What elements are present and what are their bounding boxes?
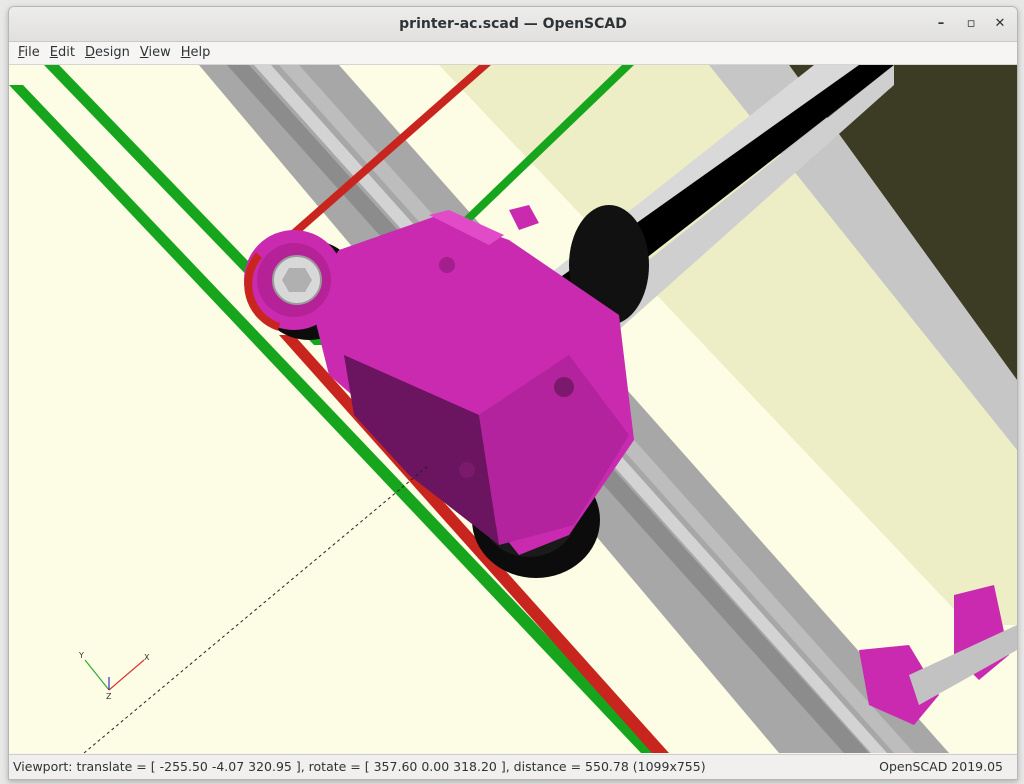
maximize-button[interactable]: ▫ (960, 14, 982, 34)
menu-help-mnemonic: H (180, 45, 191, 60)
menu-file-rest: ile (24, 45, 40, 60)
3d-render: X Y Z (9, 65, 1017, 753)
menu-file[interactable]: File (13, 42, 45, 64)
menu-bar: File Edit Design View Help (9, 42, 1017, 65)
menu-edit-rest: dit (58, 45, 75, 60)
menu-view[interactable]: View (135, 42, 176, 64)
hole-1 (554, 377, 574, 397)
hole-3 (439, 257, 455, 273)
menu-help-rest: elp (190, 45, 211, 60)
3d-viewport[interactable]: X Y Z (9, 65, 1017, 753)
menu-edit-mnemonic: E (49, 45, 58, 60)
minimize-button[interactable]: – (930, 14, 952, 34)
axis-y-label: Y (78, 651, 84, 660)
menu-view-rest: iew (148, 45, 171, 60)
axis-x-label: X (144, 653, 150, 662)
status-bar: Viewport: translate = [ -255.50 -4.07 32… (9, 754, 1017, 779)
menu-edit[interactable]: Edit (45, 42, 80, 64)
menu-help[interactable]: Help (176, 42, 216, 64)
version-label: OpenSCAD 2019.05 (879, 759, 1003, 774)
menu-design-rest: esign (94, 45, 130, 60)
hole-2 (459, 462, 475, 478)
menu-design-mnemonic: D (84, 45, 95, 60)
window-title: printer-ac.scad — OpenSCAD (399, 16, 627, 32)
menu-design[interactable]: Design (80, 42, 135, 64)
title-bar[interactable]: printer-ac.scad — OpenSCAD – ▫ ✕ (9, 7, 1017, 42)
viewport-status: Viewport: translate = [ -255.50 -4.07 32… (13, 759, 706, 774)
close-button[interactable]: ✕ (989, 14, 1011, 34)
axis-z-label: Z (106, 692, 112, 701)
app-window: printer-ac.scad — OpenSCAD – ▫ ✕ File Edi… (8, 6, 1018, 780)
